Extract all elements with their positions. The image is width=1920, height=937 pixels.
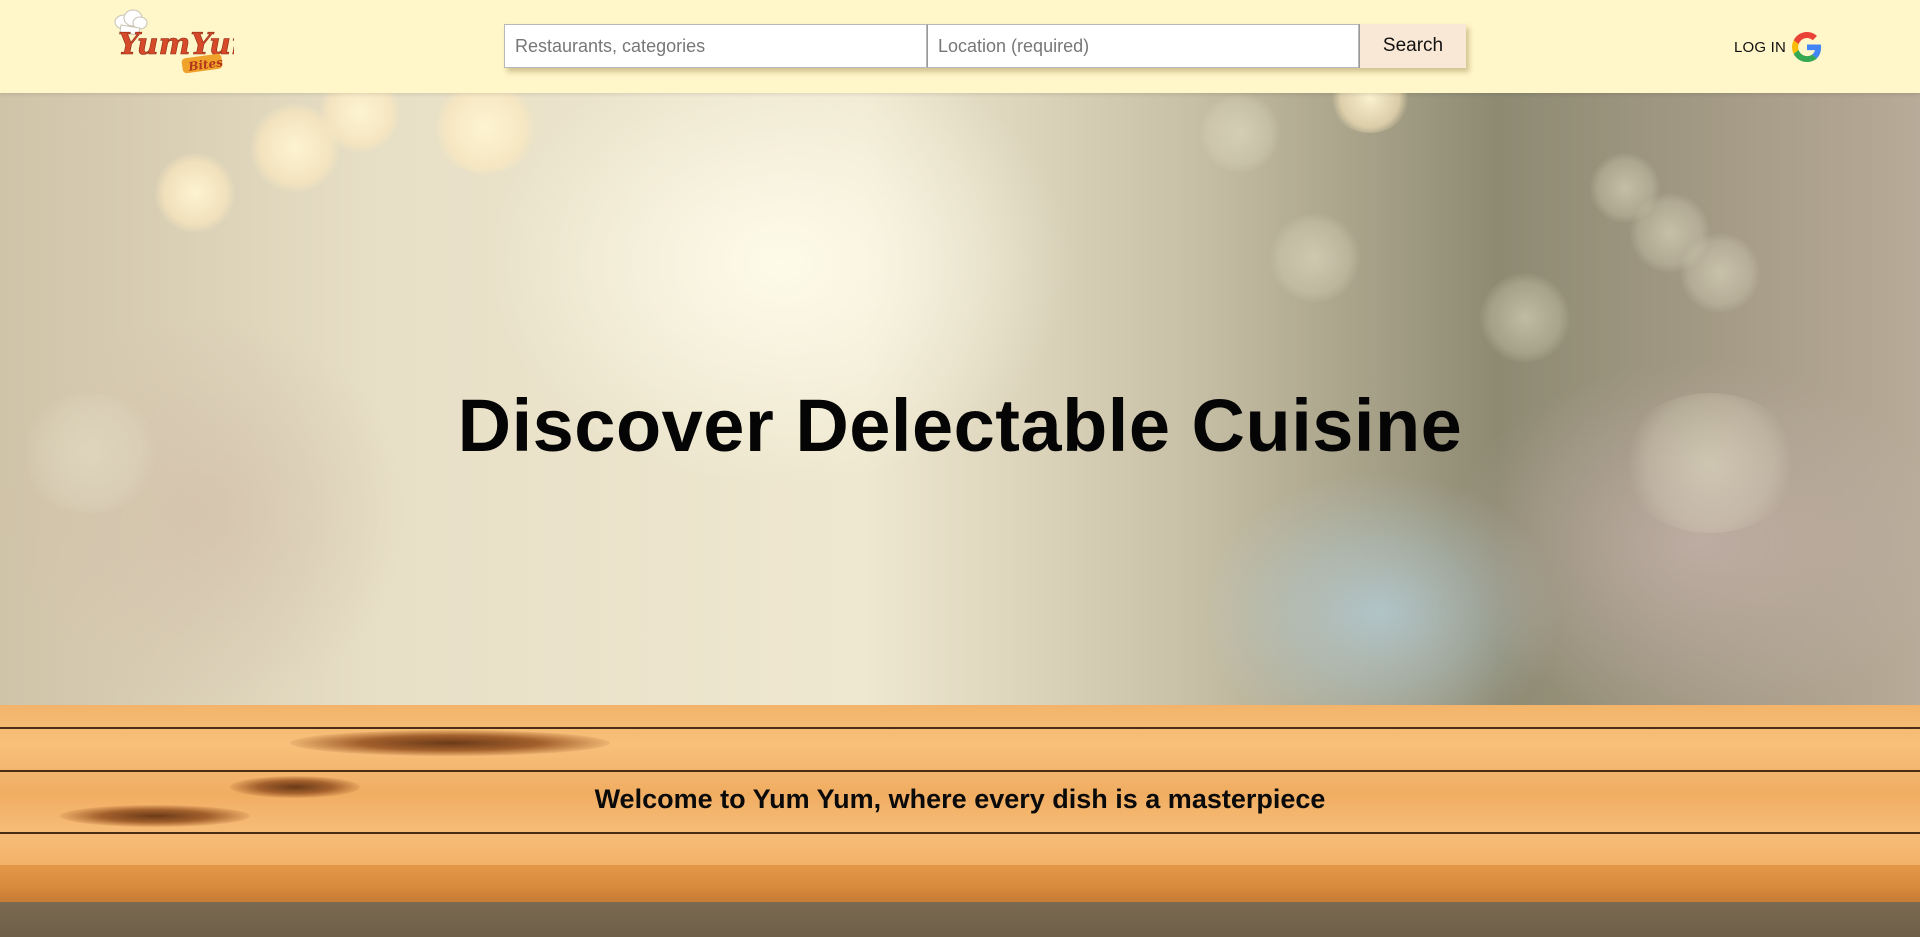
welcome-tagline: Welcome to Yum Yum, where every dish is …	[594, 784, 1326, 814]
wood-table-section: Welcome to Yum Yum, where every dish is …	[0, 705, 1920, 902]
wood-knot	[290, 730, 610, 756]
yumyum-logo[interactable]: YumYum Bites	[104, 8, 263, 76]
bokeh-light	[1200, 93, 1280, 173]
plank-divider	[0, 770, 1920, 772]
plank-divider	[0, 727, 1920, 729]
plank-divider	[0, 832, 1920, 834]
search-button[interactable]: Search	[1359, 24, 1466, 68]
bottom-background	[0, 902, 1920, 937]
bokeh-light	[1270, 213, 1360, 303]
bokeh-light	[155, 153, 235, 233]
bokeh-light	[1680, 233, 1760, 313]
search-bar: Search	[504, 24, 1466, 68]
restaurant-search-input[interactable]	[504, 24, 927, 68]
bokeh-light	[1480, 273, 1570, 363]
table-edge	[0, 865, 1920, 902]
hero-banner: Discover Delectable Cuisine	[0, 93, 1920, 705]
google-icon	[1792, 32, 1822, 62]
login-label: LOG IN	[1734, 38, 1787, 56]
bokeh-light	[430, 93, 540, 173]
login-button[interactable]: LOG IN	[1734, 32, 1822, 62]
hero-title: Discover Delectable Cuisine	[457, 384, 1463, 467]
location-input[interactable]	[927, 24, 1359, 68]
top-navbar: YumYum Bites Search LOG IN	[0, 0, 1920, 93]
chef-hat-logo-icon: YumYum Bites	[114, 9, 263, 74]
bokeh-light	[1330, 93, 1410, 133]
